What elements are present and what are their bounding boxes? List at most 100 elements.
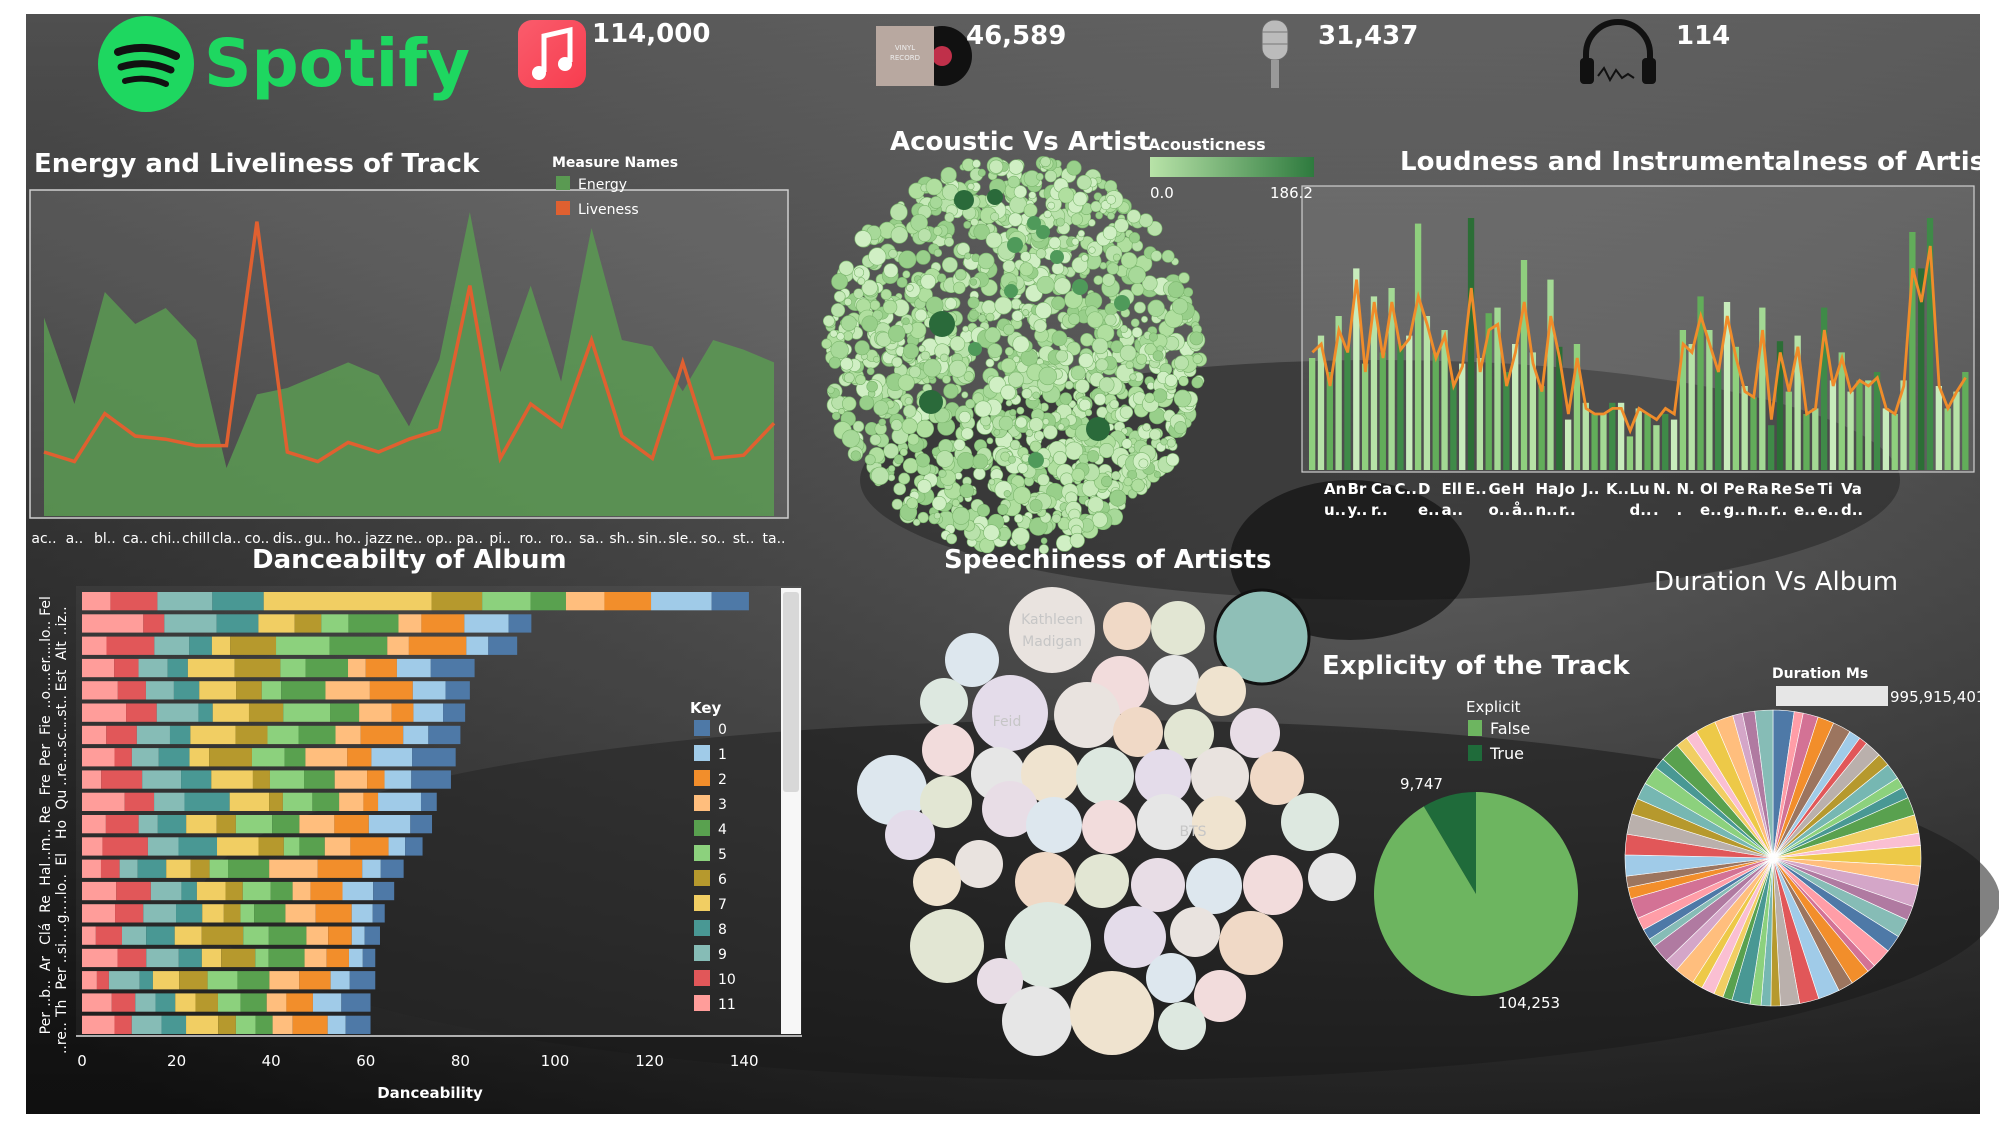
x-tick-label: Ell — [1442, 480, 1463, 498]
y-tick-label: Ho — [54, 820, 70, 839]
artist-bubble — [1080, 254, 1089, 262]
danceability-bar-segment — [201, 926, 244, 945]
x-tick-label: e.. — [1700, 501, 1722, 519]
x-tick-label: C.. — [1395, 480, 1417, 498]
artist-bubble — [986, 437, 994, 445]
artist-bubble — [843, 297, 853, 307]
legend-title: Key — [690, 699, 722, 717]
artist-bubble — [888, 324, 906, 343]
danceability-bar-segment — [155, 993, 176, 1012]
danceability-bar-segment — [431, 592, 483, 611]
artist-speechiness-bubble — [1146, 953, 1196, 1003]
bubble-label: BTS — [1179, 824, 1206, 840]
artist-bubble — [1070, 213, 1083, 226]
danceability-bar-segment — [161, 1015, 187, 1034]
artist-bubble — [1053, 450, 1068, 465]
danceability-bar-segment — [114, 748, 132, 767]
danceability-bar-segment — [421, 614, 465, 633]
danceability-bar-segment — [269, 971, 300, 990]
artist-speechiness-bubble — [1009, 587, 1095, 673]
danceability-bar-segment — [116, 881, 151, 901]
artist-speechiness-bubble — [913, 858, 961, 906]
artist-bubble — [949, 336, 966, 352]
x-tick-label: N. — [1677, 480, 1695, 498]
legend-label-true: True — [1489, 744, 1524, 763]
danceability-bar-segment — [218, 1015, 236, 1034]
legend-label: 3 — [718, 797, 727, 813]
danceability-bar-segment — [114, 1015, 132, 1034]
danceability-bar-segment — [82, 703, 127, 722]
danceability-bar-segment — [365, 658, 397, 678]
artist-bubble — [890, 203, 908, 222]
artist-bubble — [962, 325, 969, 333]
artist-bubble — [827, 386, 835, 394]
danceability-bar-segment — [380, 859, 404, 878]
danceability-bar-segment — [154, 636, 190, 655]
danceability-bar-segment — [482, 592, 531, 611]
artist-bubble — [873, 355, 881, 363]
danceability-bar-segment — [263, 592, 432, 611]
artist-bubble — [1009, 439, 1021, 451]
scrollbar-thumb[interactable] — [783, 592, 799, 792]
x-tick-label: y.. — [1348, 501, 1368, 519]
danceability-bar-segment — [82, 636, 107, 655]
danceability-bar-segment — [240, 904, 255, 923]
danceability-bar-segment — [207, 971, 238, 990]
danceability-bar-segment — [272, 815, 300, 834]
artist-speechiness-bubble — [920, 678, 968, 726]
danceability-bar-segment — [267, 725, 299, 745]
value-label-false: 104,253 — [1498, 994, 1560, 1012]
artist-bubble — [894, 454, 904, 465]
artist-bubble — [1109, 399, 1120, 410]
danceability-bar-segment — [82, 926, 96, 945]
artist-bubble — [969, 278, 978, 286]
artist-bubble — [1075, 379, 1090, 394]
danceability-bar-segment — [82, 725, 107, 745]
x-tick-label: Pe — [1724, 480, 1745, 498]
legend-swatch-true — [1468, 745, 1482, 761]
artist-bubble — [1007, 371, 1024, 388]
danceability-bar-segment — [327, 1015, 346, 1034]
danceability-bar-segment — [368, 815, 411, 834]
danceability-bar-segment — [282, 792, 313, 811]
artist-bubble — [1102, 273, 1116, 287]
artist-bubble — [1131, 327, 1143, 338]
artist-bubble — [965, 398, 976, 409]
danceability-bar-segment — [164, 614, 217, 633]
artist-bubble — [973, 467, 986, 481]
artist-bubble — [1000, 384, 1016, 401]
artist-bubble — [967, 296, 980, 309]
danceability-bar-segment — [217, 993, 241, 1012]
danceability-bar-segment — [106, 725, 137, 745]
danceability-bar-segment — [388, 837, 406, 856]
danceability-bar-segment — [225, 881, 243, 901]
legend-swatch — [694, 795, 710, 811]
danceability-bar-segment — [292, 1015, 328, 1034]
artist-bubble — [906, 497, 919, 509]
kpi-value: 46,589 — [966, 21, 1066, 51]
danceability-bar-segment — [261, 681, 282, 700]
danceability-bar-segment — [167, 658, 188, 678]
danceability-bar-segment — [410, 815, 433, 834]
artist-bubble — [1144, 392, 1155, 403]
loudness-bar — [1865, 380, 1872, 470]
danceability-bar-segment — [211, 636, 231, 655]
artist-bubble — [953, 438, 966, 451]
danceability-bar-segment — [347, 748, 372, 767]
artist-bubble — [917, 479, 932, 494]
loudness-bar — [1935, 386, 1943, 470]
danceability-bar-segment — [209, 748, 252, 767]
danceability-bar-segment — [223, 904, 241, 923]
danceability-bar-segment — [304, 948, 327, 968]
artist-bubble — [1021, 388, 1033, 400]
x-tick-label: H — [1512, 480, 1525, 498]
danceability-bar-segment — [198, 703, 213, 722]
danceability-bar-segment — [312, 792, 340, 811]
artist-bubble — [938, 469, 947, 478]
danceability-bar-segment — [82, 658, 115, 678]
x-tick-label: cla.. — [212, 531, 241, 547]
x-tick-label: o.. — [1489, 501, 1511, 519]
artist-bubble — [1002, 259, 1016, 273]
artist-bubble — [1178, 272, 1190, 284]
y-tick-label: Clá — [38, 923, 54, 945]
